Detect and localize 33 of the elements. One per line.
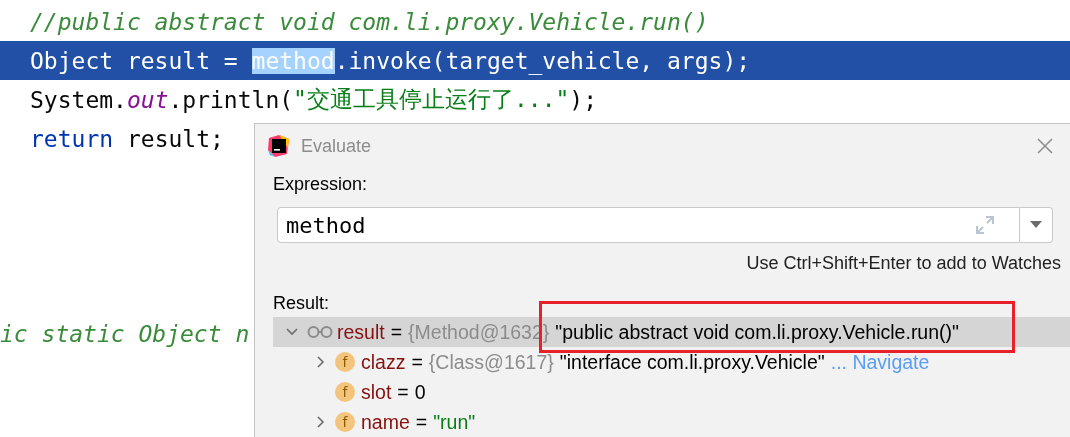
equals-sign: = (415, 410, 428, 434)
result-label: Result: (273, 293, 331, 314)
code-line: return result; (29, 124, 224, 154)
field-icon: f (335, 352, 355, 372)
expression-field[interactable]: method (277, 207, 1020, 243)
field-icon: f (335, 382, 355, 402)
variable-name: result (337, 320, 385, 344)
tree-row[interactable]: f name = "run" (273, 407, 1070, 437)
app-logo-icon (267, 134, 291, 158)
expression-label: Expression: (273, 174, 369, 195)
tree-row[interactable]: f slot = 0 (273, 377, 1070, 407)
close-icon[interactable] (1037, 138, 1053, 154)
variable-value: "public abstract void com.li.proxy.Vehicle.run()" (555, 320, 959, 344)
watches-hint: Use Ctrl+Shift+Enter to add to Watches (746, 253, 1061, 274)
tree-row[interactable]: f clazz = {Class@1617} "interface com.li.proxy.Vehicle" ... Navigate (273, 347, 1070, 377)
variable-name: clazz (361, 350, 406, 374)
variable-name: name (361, 410, 410, 434)
code-line: //public abstract void com.li.proxy.Vehicle.run() (29, 7, 709, 37)
code-line: System.out.println("交通工具停止运行了..."); (29, 85, 598, 115)
equals-sign: = (411, 350, 423, 374)
variable-name: slot (361, 380, 392, 404)
code-line: ic static Object n (0, 319, 250, 349)
dialog-title: Evaluate (301, 135, 373, 157)
history-dropdown-button[interactable] (1020, 207, 1053, 243)
equals-sign: = (397, 380, 409, 404)
equals-sign: = (390, 320, 403, 344)
field-icon: f (335, 412, 355, 432)
object-reference: {Class@1617} (428, 350, 554, 374)
variable-value: 0 (414, 380, 426, 404)
variable-value: "interface com.li.proxy.Vehicle" (559, 350, 825, 374)
caret-icon (1030, 221, 1042, 229)
variable-value: "run" (433, 410, 476, 434)
glasses-icon (307, 325, 333, 339)
